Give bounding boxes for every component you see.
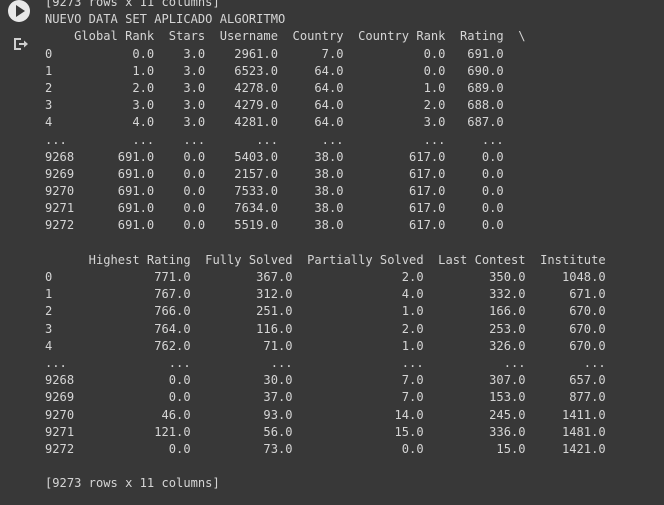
output-line: 9268 691.0 0.0 5403.0 38.0 617.0 0.0 <box>45 149 504 164</box>
output-line: 0 771.0 367.0 2.0 350.0 1048.0 <box>45 270 606 284</box>
output-line: 2 2.0 3.0 4278.0 64.0 1.0 689.0 <box>45 80 504 95</box>
output-line: ... ... ... ... ... ... ... <box>45 132 504 147</box>
output-line: ... ... ... ... ... ... <box>45 355 606 370</box>
output-line: [9273 rows x 11 columns] <box>45 476 220 491</box>
output-line: 9269 0.0 37.0 7.0 153.0 877.0 <box>45 390 606 405</box>
cell-output-text: [9273 rows x 11 columns] NUEVO DATA SET A… <box>45 0 606 492</box>
output-line: Highest Rating Fully Solved Partially So… <box>45 252 606 267</box>
output-line: 9272 691.0 0.0 5519.0 38.0 617.0 0.0 <box>45 218 504 233</box>
output-line: 4 4.0 3.0 4281.0 64.0 3.0 687.0 <box>45 115 504 130</box>
notebook-cell-output: [9273 rows x 11 columns] NUEVO DATA SET A… <box>0 0 664 505</box>
play-circle-icon[interactable] <box>8 0 30 22</box>
output-line: 1 767.0 312.0 4.0 332.0 671.0 <box>45 287 606 302</box>
output-line: [9273 rows x 11 columns] <box>45 0 220 9</box>
output-line: 9268 0.0 30.0 7.0 307.0 657.0 <box>45 373 606 388</box>
output-line: 3 3.0 3.0 4279.0 64.0 2.0 688.0 <box>45 98 504 113</box>
output-line: 9271 121.0 56.0 15.0 336.0 1481.0 <box>45 424 606 439</box>
output-line: 9272 0.0 73.0 0.0 15.0 1421.0 <box>45 441 606 456</box>
output-line: 9270 46.0 93.0 14.0 245.0 1411.0 <box>45 407 606 422</box>
output-line: 9269 691.0 0.0 2157.0 38.0 617.0 0.0 <box>45 166 504 181</box>
output-line: 4 762.0 71.0 1.0 326.0 670.0 <box>45 338 606 353</box>
output-line: 1 1.0 3.0 6523.0 64.0 0.0 690.0 <box>45 63 504 78</box>
output-line: 2 766.0 251.0 1.0 166.0 670.0 <box>45 304 606 319</box>
output-line: 3 764.0 116.0 2.0 253.0 670.0 <box>45 321 606 336</box>
output-redirect-icon[interactable] <box>11 35 29 53</box>
output-line: 9271 691.0 0.0 7634.0 38.0 617.0 0.0 <box>45 201 504 216</box>
output-line: Global Rank Stars Username Country Count… <box>45 29 526 44</box>
output-line: NUEVO DATA SET APLICADO ALGORITMO <box>45 12 286 27</box>
output-line: 0 0.0 3.0 2961.0 7.0 0.0 691.0 <box>45 46 504 61</box>
output-line: 9270 691.0 0.0 7533.0 38.0 617.0 0.0 <box>45 184 504 199</box>
